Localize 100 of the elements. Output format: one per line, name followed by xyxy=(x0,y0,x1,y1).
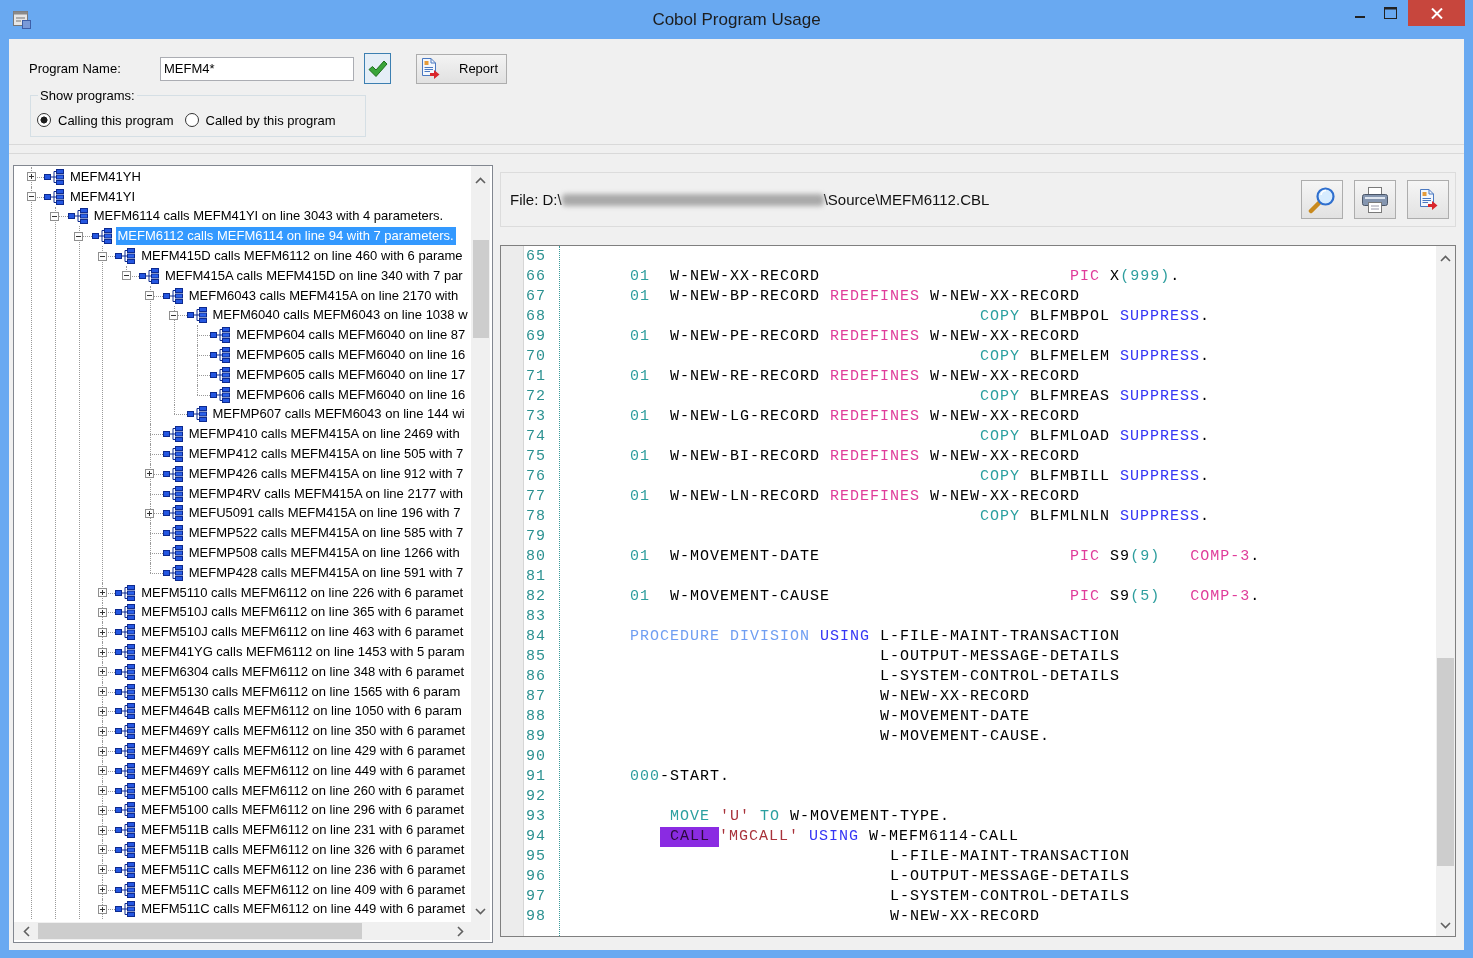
confirm-button[interactable] xyxy=(364,53,391,84)
maximize-icon xyxy=(1383,7,1397,19)
tree-item[interactable]: MEFM415A calls MEFM415D on line 340 with 7 par xyxy=(163,266,465,285)
plus-box-icon[interactable] xyxy=(97,805,107,815)
minus-box-icon[interactable] xyxy=(121,271,131,281)
tree-item[interactable]: MEFM41YG calls MEFM6112 on line 1453 with 5 param xyxy=(139,643,467,661)
plus-box-icon[interactable] xyxy=(97,627,107,637)
hierarchy-icon xyxy=(115,604,136,621)
print-button[interactable] xyxy=(1354,180,1396,219)
tree-item[interactable]: MEFM5130 calls MEFM6112 on line 1565 with 6 param xyxy=(139,682,463,701)
tree-item[interactable]: MEFMP605 calls MEFM6040 on line 16 xyxy=(234,346,468,365)
tree-item[interactable]: MEFM469Y calls MEFM6112 on line 429 with 6 paramet xyxy=(139,742,468,760)
line-number: 84 xyxy=(526,627,547,647)
code-line: 01 W-MOVEMENT-CAUSE PIC S9(5) COMP-3. xyxy=(630,588,1261,605)
tree-item[interactable]: MEFM41YH xyxy=(68,167,143,186)
app-icon[interactable] xyxy=(12,9,32,29)
tree-item[interactable]: MEFM6043 calls MEFM415A on line 2170 with xyxy=(186,286,461,305)
chevron-down-icon[interactable] xyxy=(475,907,486,915)
tree-item[interactable]: MEFM469Y calls MEFM6112 on line 350 with 6 paramet xyxy=(139,722,468,741)
chevron-up-icon[interactable] xyxy=(1440,254,1451,262)
close-icon xyxy=(1430,7,1443,19)
tree-item[interactable]: MEFM511C calls MEFM6112 on line 449 with 6 paramet xyxy=(139,900,468,919)
chevron-down-icon[interactable] xyxy=(1440,921,1451,929)
tree-item[interactable]: MEFM511C calls MEFM6112 on line 236 with 6 paramet xyxy=(139,860,468,879)
plus-box-icon[interactable] xyxy=(97,904,107,914)
minus-box-icon[interactable] xyxy=(145,291,155,301)
minus-box-icon[interactable] xyxy=(50,212,60,221)
tree-item[interactable]: MEFM510J calls MEFM6112 on line 365 with 6 paramet xyxy=(139,603,466,622)
tree-item[interactable]: MEFM41YI xyxy=(68,187,137,206)
program-name-field[interactable]: MEFM4* xyxy=(160,56,354,81)
minus-box-icon[interactable] xyxy=(97,251,107,261)
chevron-up-icon[interactable] xyxy=(475,176,486,184)
tree-item[interactable]: MEFM511B calls MEFM6112 on line 326 with 6 paramet xyxy=(139,841,467,859)
tree-item[interactable]: MEFMP604 calls MEFM6040 on line 87 xyxy=(234,326,468,345)
tree-item[interactable]: MEFU5091 calls MEFM415A on line 196 with 7 xyxy=(186,504,463,523)
minus-box-icon[interactable] xyxy=(169,310,178,320)
tree-item[interactable]: MEFM469Y calls MEFM6112 on line 449 with 6 paramet xyxy=(139,761,468,780)
code-line: W-NEW-XX-RECORD xyxy=(890,908,1041,925)
tree-item[interactable]: MEFM511C calls MEFM6112 on line 409 with 6 paramet xyxy=(139,880,468,899)
search-button[interactable] xyxy=(1301,180,1343,219)
plus-box-icon[interactable] xyxy=(97,588,107,598)
report-button[interactable] xyxy=(1407,180,1449,219)
report-button[interactable]: Report xyxy=(416,53,507,84)
radio-label[interactable]: Called by this program xyxy=(205,112,336,128)
radio-button[interactable] xyxy=(37,113,51,127)
tree-item[interactable]: MEFM5110 calls MEFM6112 on line 226 with 6 paramet xyxy=(139,583,466,602)
tree-item[interactable]: MEFMP607 calls MEFM6043 on line 144 wi xyxy=(210,405,467,424)
plus-box-icon[interactable] xyxy=(97,667,107,677)
hierarchy-icon xyxy=(115,723,136,740)
plus-box-icon[interactable] xyxy=(26,172,36,182)
minus-box-icon[interactable] xyxy=(26,192,36,202)
hierarchy-icon xyxy=(162,564,183,581)
plus-box-icon[interactable] xyxy=(97,607,107,617)
plus-box-icon[interactable] xyxy=(145,508,155,518)
plus-box-icon[interactable] xyxy=(145,469,155,479)
tree-item[interactable]: MEFM5100 calls MEFM6112 on line 260 with 6 paramet xyxy=(139,781,466,800)
radio-button[interactable] xyxy=(184,113,199,127)
tree-item[interactable]: MEFMP606 calls MEFM6040 on line 16 xyxy=(234,385,468,404)
tree-item[interactable]: MEFMP410 calls MEFM415A on line 2469 with xyxy=(186,425,462,444)
plus-box-icon[interactable] xyxy=(97,885,107,895)
plus-box-icon[interactable] xyxy=(97,825,107,835)
plus-box-icon[interactable] xyxy=(97,865,107,875)
radio-label[interactable]: Calling this program xyxy=(58,112,174,128)
plus-box-icon[interactable] xyxy=(97,706,107,716)
plus-box-icon[interactable] xyxy=(97,746,107,756)
chevron-left-icon[interactable] xyxy=(22,925,30,937)
tree-item[interactable]: MEFM415D calls MEFM6112 on line 460 with 6 parame xyxy=(139,247,465,266)
line-number: 67 xyxy=(526,287,547,307)
tree-item[interactable]: MEFMP428 calls MEFM415A on line 591 with 7 xyxy=(186,563,466,582)
line-number: 70 xyxy=(526,347,547,367)
plus-box-icon[interactable] xyxy=(97,726,107,736)
file-path-text: \Source\MEFM6112.CBL xyxy=(823,191,990,208)
hierarchy-icon xyxy=(210,327,231,344)
tree-item[interactable]: MEFM6040 calls MEFM6043 on line 1038 w xyxy=(210,306,470,325)
chevron-right-icon[interactable] xyxy=(456,925,464,937)
plus-box-icon[interactable] xyxy=(97,647,107,657)
scrollbar-thumb[interactable] xyxy=(1437,658,1454,866)
tree-item[interactable]: MEFMP412 calls MEFM415A on line 505 with 7 xyxy=(186,445,466,464)
code-line: MOVE 'U' TO W-MOVEMENT-TYPE. xyxy=(670,808,951,825)
tree-item[interactable]: MEFMP605 calls MEFM6040 on line 17 xyxy=(234,365,468,384)
tree-item[interactable]: MEFMP4RV calls MEFM415A on line 2177 with xyxy=(186,484,466,503)
line-number: 69 xyxy=(526,327,547,347)
close-button[interactable] xyxy=(1408,0,1465,26)
code-line: 01 W-NEW-LN-RECORD REDEFINES W-NEW-XX-RECORD xyxy=(630,488,1081,505)
plus-box-icon[interactable] xyxy=(97,687,107,697)
scrollbar-thumb[interactable] xyxy=(472,240,489,338)
tree-item[interactable]: MEFMP426 calls MEFM415A on line 912 with 7 xyxy=(186,464,466,483)
tree-item[interactable]: MEFM6114 calls MEFM41YI on line 3043 with 4 parameters. xyxy=(91,207,446,226)
tree-item[interactable]: MEFM510J calls MEFM6112 on line 463 with 6 paramet xyxy=(139,623,466,642)
scrollbar-thumb[interactable] xyxy=(38,923,362,939)
plus-box-icon[interactable] xyxy=(97,766,107,776)
tree-item[interactable]: MEFMP508 calls MEFM415A on line 1266 with xyxy=(186,544,462,563)
tree-item[interactable]: MEFM5100 calls MEFM6112 on line 296 with 6 paramet xyxy=(139,801,466,820)
tree-item[interactable]: MEFM6304 calls MEFM6112 on line 348 with 6 paramet xyxy=(139,662,466,681)
tree-item[interactable]: MEFM511B calls MEFM6112 on line 231 with 6 paramet xyxy=(139,821,467,840)
minus-box-icon[interactable] xyxy=(74,231,83,241)
tree-item[interactable]: MEFM464B calls MEFM6112 on line 1050 with 6 param xyxy=(139,702,464,721)
tree-item[interactable]: MEFMP522 calls MEFM415A on line 585 with 7 xyxy=(186,524,466,543)
plus-box-icon[interactable] xyxy=(97,786,107,796)
plus-box-icon[interactable] xyxy=(97,845,107,855)
